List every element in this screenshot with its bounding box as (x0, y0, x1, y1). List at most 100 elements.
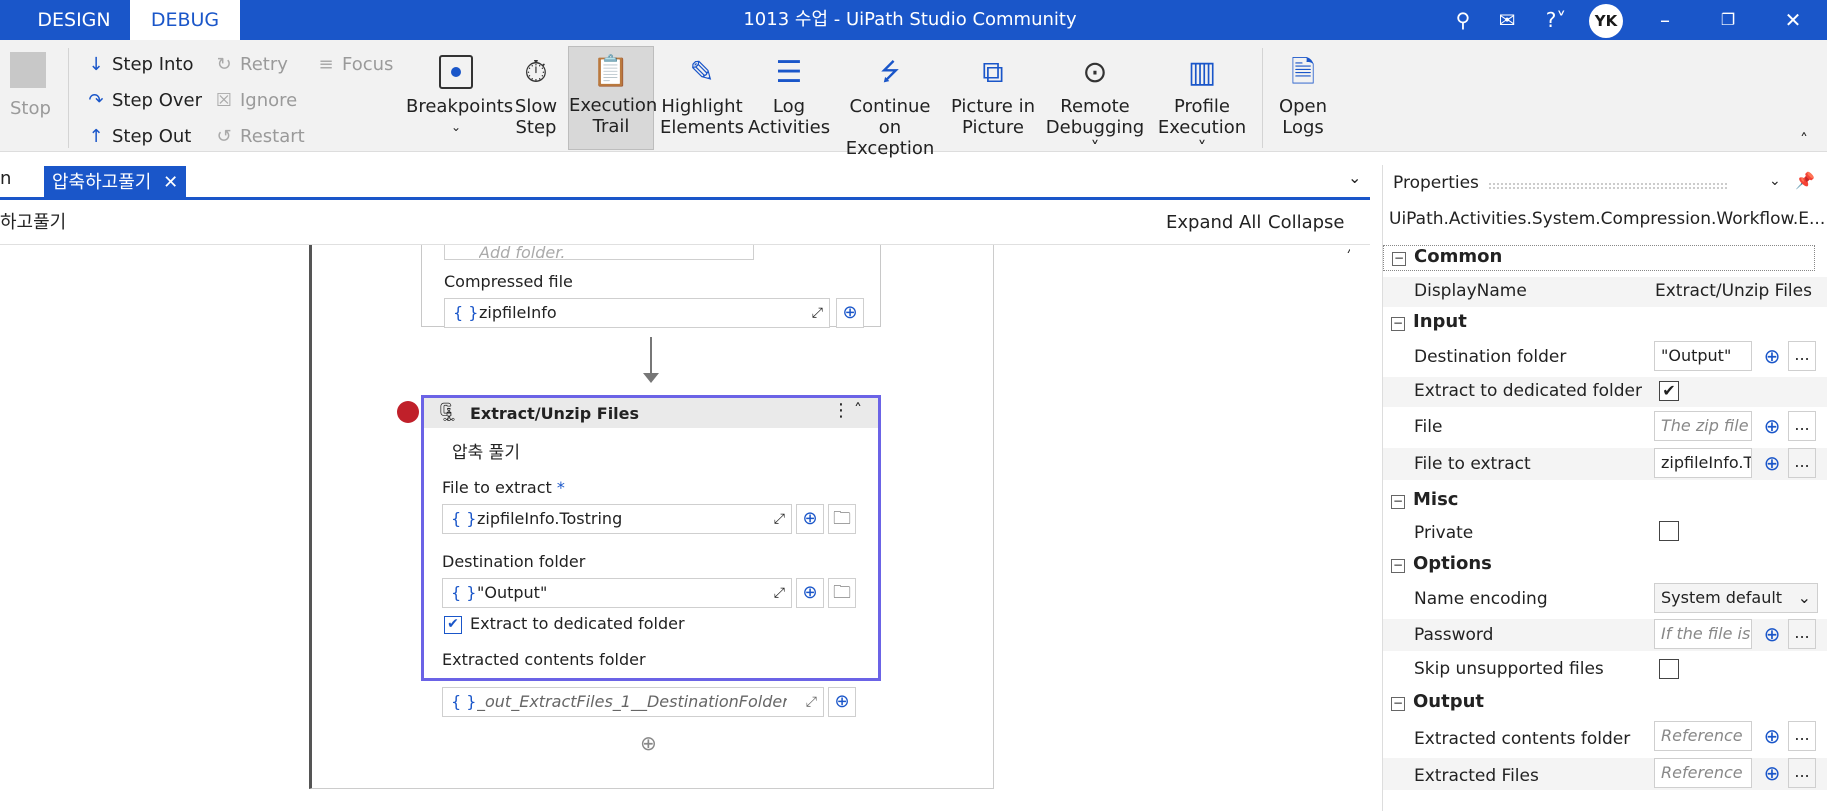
restart-button[interactable]: ↺ Restart (212, 122, 304, 152)
search-icon[interactable]: ⚲ (1448, 0, 1478, 40)
ellipsis-button[interactable]: ... (1788, 758, 1816, 788)
add-variable-button[interactable]: ⊕ (1758, 721, 1786, 751)
extract-activity-card[interactable]: 🗜 Extract/Unzip Files ⋮ ˄ 압축 풀기 File to … (421, 395, 881, 681)
log-file-icon: 🗎 (1290, 54, 1316, 90)
category-common[interactable]: − Common (1383, 245, 1815, 271)
previous-tab-fragment[interactable]: n (0, 168, 11, 189)
close-icon[interactable]: ✕ (1778, 0, 1808, 40)
expand-icon[interactable]: ⤢ (806, 688, 817, 716)
help-icon[interactable]: ?˅ (1536, 0, 1576, 40)
extracted-contents-field[interactable]: { } _out_ExtractFiles_1__DestinationFolde… (442, 687, 824, 717)
step-into-icon: ↓ (88, 54, 104, 75)
browse-folder-icon[interactable]: 🗀 (828, 504, 856, 534)
category-output[interactable]: − Output (1383, 691, 1827, 712)
file-to-extract-value[interactable]: zipfileInfo.T (1654, 448, 1752, 478)
expand-icon[interactable]: ⤢ (774, 579, 785, 607)
more-options-icon[interactable]: ⋮ (832, 400, 850, 421)
panel-menu-icon[interactable]: ⌄ (1769, 173, 1781, 189)
execution-trail-button[interactable]: 📋 Execution Trail (568, 46, 657, 150)
add-variable-button[interactable]: ⊕ (1758, 411, 1786, 441)
extracted-files-value[interactable]: Reference (1654, 758, 1752, 788)
breadcrumb-item[interactable]: 하고풀기 (0, 203, 66, 243)
skip-unsupported-checkbox[interactable] (1659, 659, 1679, 679)
file-to-extract-field[interactable]: { } zipfileInfo.Tostring ⤢ (442, 504, 792, 534)
name-encoding-select[interactable]: System default ⌄ (1654, 583, 1818, 613)
category-input[interactable]: − Input (1383, 311, 1827, 332)
pip-icon: ⧉ (982, 54, 1004, 90)
dedicated-folder-checkbox[interactable]: ✔ (444, 616, 462, 634)
chevron-down-icon: ⌄ (1797, 588, 1811, 607)
ellipsis-button[interactable]: ... (1788, 721, 1816, 751)
retry-button[interactable]: ↻ Retry (212, 50, 287, 80)
designer-canvas[interactable]: Add folder. Compressed file { } zipfileIn… (0, 245, 1350, 811)
add-variable-button[interactable]: ⊕ (1758, 758, 1786, 788)
expand-all-button[interactable]: Expand All (1166, 203, 1261, 243)
tab-design[interactable]: DESIGN (14, 0, 134, 40)
add-variable-button[interactable]: ⊕ (1758, 341, 1786, 371)
displayname-value[interactable]: Extract/Unzip Files (1655, 281, 1812, 301)
flowchart-icon: ⭍ (880, 57, 900, 86)
breakpoints-button[interactable]: Breakpoints ⌄ (406, 48, 513, 138)
tab-workflow[interactable]: 압축하고풀기 ✕ (44, 166, 187, 200)
add-variable-button[interactable]: ⊕ (828, 687, 856, 717)
dedicated-folder-checkbox[interactable]: ✔ (1659, 381, 1679, 401)
compressed-file-field[interactable]: { } zipfileInfo ⤢ (444, 298, 830, 328)
private-checkbox[interactable] (1659, 521, 1679, 541)
scroll-up-icon[interactable]: ˄ (1346, 247, 1350, 266)
add-folder-field[interactable]: Add folder. (444, 245, 754, 262)
log-activities-button[interactable]: ☰ Log Activities (748, 48, 830, 138)
collapse-ribbon-icon[interactable]: ˄ (1800, 130, 1808, 149)
pin-icon[interactable]: 📌 (1795, 171, 1815, 190)
breakpoint-icon (406, 48, 506, 96)
file-value[interactable]: The zip file (1654, 411, 1752, 441)
step-out-icon: ↑ (88, 126, 104, 147)
compress-activity-card[interactable]: Add folder. Compressed file { } zipfileIn… (421, 245, 881, 328)
stop-icon[interactable] (10, 52, 46, 88)
slow-step-button[interactable]: ⏱ Slow Step (510, 48, 562, 138)
add-variable-button[interactable]: ⊕ (1758, 619, 1786, 649)
step-out-button[interactable]: ↑ Step Out (84, 122, 191, 152)
add-variable-button[interactable]: ⊕ (836, 298, 864, 328)
restore-icon[interactable]: ❐ (1713, 0, 1743, 40)
expand-icon[interactable]: ⤢ (774, 505, 785, 533)
remote-debugging-button[interactable]: ⊙ Remote Debugging ˅ (1040, 48, 1150, 159)
picture-in-picture-button[interactable]: ⧉ Picture in Picture (950, 48, 1036, 138)
open-logs-button[interactable]: 🗎 Open Logs (1272, 48, 1334, 138)
destination-folder-value[interactable]: "Output" (1654, 341, 1752, 371)
collapse-activity-icon[interactable]: ˄ (854, 400, 862, 419)
extracted-contents-folder-value[interactable]: Reference (1654, 721, 1752, 751)
category-options[interactable]: − Options (1383, 553, 1827, 574)
drag-grip[interactable] (1489, 183, 1727, 189)
add-variable-button[interactable]: ⊕ (796, 578, 824, 608)
step-over-button[interactable]: ↷ Step Over (84, 86, 202, 116)
add-variable-button[interactable]: ⊕ (796, 504, 824, 534)
ellipsis-button[interactable]: ... (1788, 341, 1816, 371)
category-misc[interactable]: − Misc (1383, 489, 1827, 510)
minimize-icon[interactable]: – (1650, 0, 1680, 40)
continue-on-exception-button[interactable]: ⭍ Continue on Exception (836, 48, 944, 160)
add-variable-button[interactable]: ⊕ (1758, 448, 1786, 478)
feedback-icon[interactable]: ✉ (1492, 0, 1522, 40)
highlighter-icon: ✎ (689, 54, 715, 90)
ellipsis-button[interactable]: ... (1788, 448, 1816, 478)
add-activity-icon[interactable]: ⊕ (640, 731, 657, 755)
ellipsis-button[interactable]: ... (1788, 411, 1816, 441)
profile-execution-button[interactable]: ▥ Profile Execution ˅ (1154, 48, 1250, 159)
browse-folder-icon[interactable]: 🗀 (828, 578, 856, 608)
ellipsis-button[interactable]: ... (1788, 619, 1816, 649)
password-value[interactable]: If the file is (1654, 619, 1752, 649)
activity-type-label: UiPath.Activities.System.Compression.Wor… (1389, 209, 1826, 229)
close-tab-icon[interactable]: ✕ (163, 172, 178, 193)
highlight-elements-button[interactable]: ✎ Highlight Elements (660, 48, 744, 138)
destination-folder-field[interactable]: { } "Output" ⤢ (442, 578, 792, 608)
focus-button[interactable]: ≡ Focus (314, 50, 393, 80)
avatar[interactable]: YK (1589, 4, 1623, 38)
step-into-button[interactable]: ↓ Step Into (84, 50, 193, 80)
ignore-button[interactable]: ☒ Ignore (212, 86, 297, 116)
step-over-icon: ↷ (88, 90, 104, 111)
tab-list-chevron-icon[interactable]: ⌄ (1348, 168, 1361, 187)
tab-debug[interactable]: DEBUG (130, 0, 240, 40)
document-tab-bar: n ⌄ (0, 160, 1370, 200)
expand-icon[interactable]: ⤢ (812, 299, 823, 327)
breakpoint-marker[interactable] (397, 401, 419, 423)
